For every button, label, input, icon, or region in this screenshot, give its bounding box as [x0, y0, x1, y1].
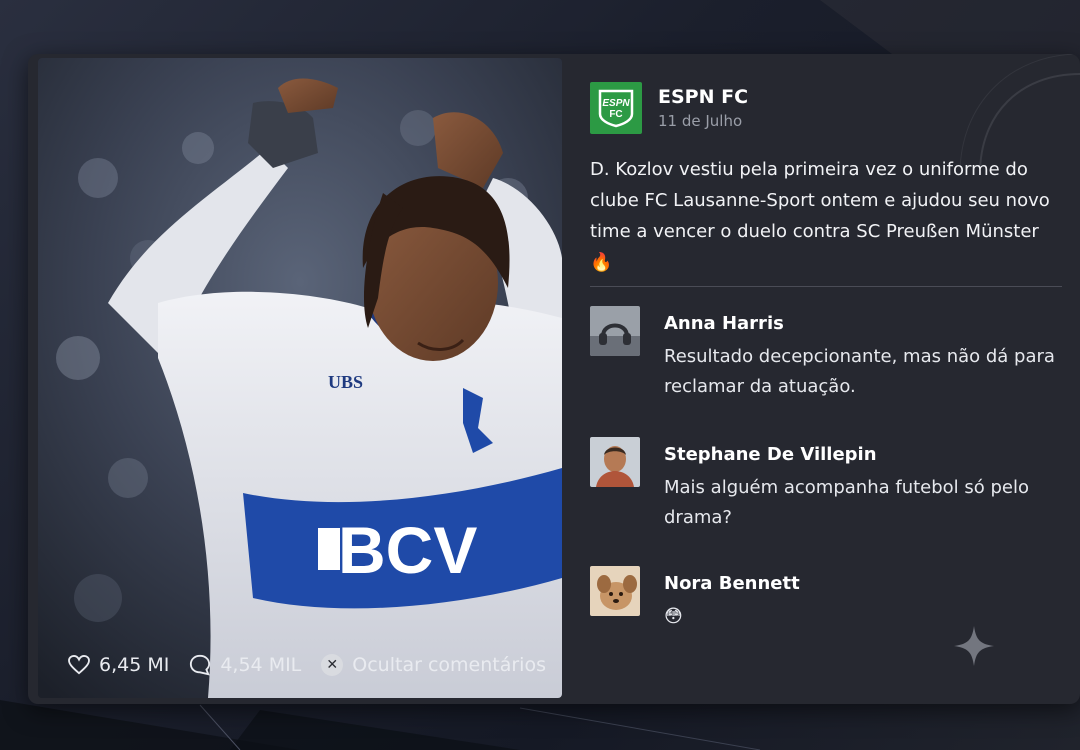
post-body: D. Kozlov vestiu pela primeira vez o uni…	[590, 154, 1066, 278]
espn-fc-logo[interactable]: ESPN FC	[590, 82, 642, 134]
shield-logo-icon: ESPN FC	[598, 89, 634, 128]
hide-comments-button[interactable]: ✕ Ocultar comentários	[321, 654, 546, 676]
post-card: BCV UBS 6,45 MI 4,54 MIL ✕ Ocultar comen…	[28, 54, 1080, 704]
comments-count: 4,54 MIL	[220, 654, 302, 676]
hide-comments-label: Ocultar comentários	[352, 654, 546, 676]
post-image[interactable]: BCV UBS 6,45 MI 4,54 MIL ✕ Ocultar comen…	[38, 58, 562, 698]
jersey-sponsor-text: BCV	[338, 513, 477, 587]
comments-stat[interactable]: 4,54 MIL	[189, 654, 301, 676]
post-meta: ESPN FC 11 de Julho	[658, 86, 748, 130]
likes-count: 6,45 MI	[99, 654, 170, 676]
heart-icon	[68, 655, 90, 675]
logo-text-bottom: FC	[609, 109, 622, 120]
fire-emoji: 🔥	[590, 252, 613, 273]
divider	[590, 286, 1062, 287]
dog-avatar[interactable]	[590, 566, 640, 616]
jersey-top-sponsor-text: UBS	[328, 372, 363, 392]
comment-text: Resultado decepcionante, mas não dá para…	[664, 346, 1055, 397]
comment-author[interactable]: Nora Bennett	[664, 573, 1074, 594]
likes-stat[interactable]: 6,45 MI	[68, 654, 169, 676]
comment-item: Anna Harris Resultado decepcionante, mas…	[590, 306, 1074, 402]
headphones-avatar[interactable]	[590, 306, 640, 356]
comment-author[interactable]: Stephane De Villepin	[664, 444, 1074, 465]
comment-item: Stephane De Villepin Mais alguém acompan…	[590, 437, 1074, 533]
post-panel: ESPN FC ESPN FC 11 de Julho D. Kozlov ve…	[562, 54, 1080, 704]
comment-text: Mais alguém acompanha futebol só pelo dr…	[664, 477, 1030, 528]
man-portrait-avatar[interactable]	[590, 437, 640, 487]
comment-author[interactable]: Anna Harris	[664, 313, 1074, 334]
close-icon: ✕	[321, 654, 344, 676]
sparkle-icon	[954, 626, 994, 666]
comment-text: 😳	[664, 606, 683, 627]
post-text: D. Kozlov vestiu pela primeira vez o uni…	[590, 159, 1050, 242]
post-author[interactable]: ESPN FC	[658, 86, 748, 108]
post-stats: 6,45 MI 4,54 MIL ✕ Ocultar comentários	[68, 654, 546, 676]
post-date: 11 de Julho	[658, 112, 743, 130]
player-photo: BCV UBS	[38, 58, 562, 698]
comment-item: Nora Bennett 😳	[590, 566, 1074, 632]
logo-text-top: ESPN	[602, 98, 630, 109]
post-header: ESPN FC ESPN FC 11 de Julho	[590, 82, 748, 134]
comment-bubble-icon	[190, 654, 211, 676]
